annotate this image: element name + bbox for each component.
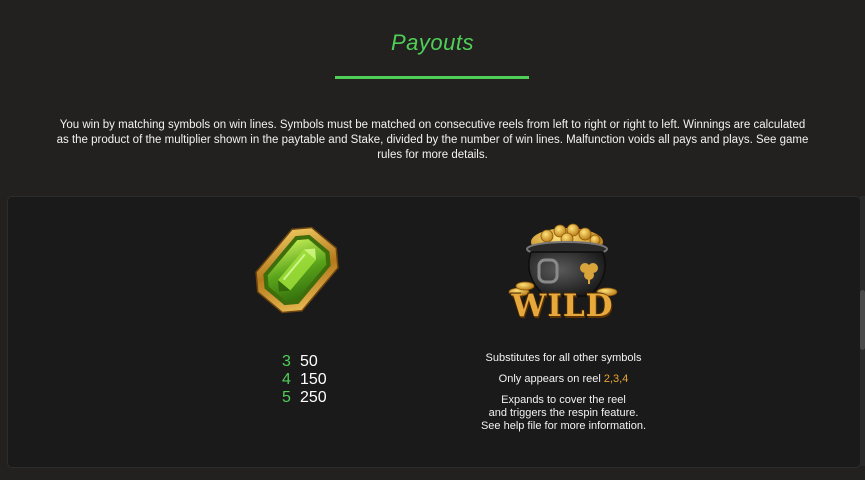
wild-expand-text: Expands to cover the reel (501, 394, 626, 406)
wild-label: WILD (511, 288, 614, 324)
green-gem-icon (251, 220, 343, 320)
match-count: 4 (282, 371, 291, 388)
wild-respin-text: and triggers the respin feature. (488, 407, 639, 419)
pay-row: 5 250 (282, 389, 327, 407)
pay-value: 50 (300, 353, 318, 370)
paytable-panel (7, 196, 861, 468)
wild-substitute-text: Substitutes for all other symbols (485, 352, 642, 364)
wild-reels-text: Only appears on reel 2,3,4 (440, 373, 687, 386)
wild-symbol: WILD (505, 222, 620, 332)
pay-row: 4 150 (282, 371, 327, 389)
pay-row: 3 50 (282, 353, 327, 371)
wild-help-text: See help file for more information. (480, 420, 647, 432)
scrollbar-thumb[interactable] (860, 290, 865, 350)
wild-reels-prefix: Only appears on reel (498, 373, 604, 385)
payouts-header: Payouts You win by matching symbols on w… (0, 0, 865, 190)
wild-reels-value: 2,3,4 (603, 373, 629, 385)
title-underline (335, 76, 529, 79)
match-count: 5 (282, 389, 291, 406)
payouts-description: You win by matching symbols on win lines… (56, 119, 809, 161)
pay-value: 250 (300, 389, 327, 406)
wild-description: Substitutes for all other symbols Only a… (440, 352, 687, 433)
pay-value: 150 (300, 371, 327, 388)
page-title: Payouts (391, 30, 474, 55)
match-count: 3 (282, 353, 291, 370)
gem-paytable: 3 50 4 150 5 250 (282, 353, 327, 407)
